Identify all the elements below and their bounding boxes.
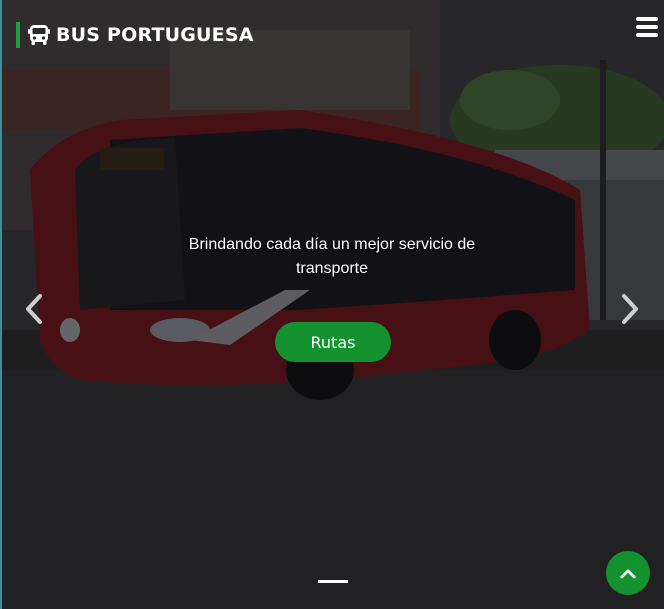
hamburger-menu-icon[interactable]: [636, 17, 658, 37]
routes-button[interactable]: Rutas: [275, 322, 391, 362]
back-to-top-button[interactable]: [606, 551, 650, 595]
carousel-caption: Brindando cada día un mejor servicio de …: [0, 233, 664, 281]
chevron-right-icon: [622, 294, 638, 324]
carousel-caption-text: Brindando cada día un mejor servicio de …: [188, 236, 476, 277]
chevron-left-icon: [26, 294, 42, 324]
bus-icon: [28, 24, 50, 46]
hero-carousel: BUS PORTUGUESA Brindando cada día un mej…: [0, 0, 664, 609]
hero-dark-overlay: [0, 0, 664, 609]
chevron-up-icon: [620, 568, 636, 578]
carousel-prev-button[interactable]: [23, 293, 45, 325]
brand-logo[interactable]: BUS PORTUGUESA: [16, 22, 254, 48]
carousel-next-button[interactable]: [619, 293, 641, 325]
carousel-indicator-active[interactable]: [318, 580, 348, 583]
brand-name: BUS PORTUGUESA: [56, 24, 254, 46]
left-edge-line: [0, 0, 2, 609]
